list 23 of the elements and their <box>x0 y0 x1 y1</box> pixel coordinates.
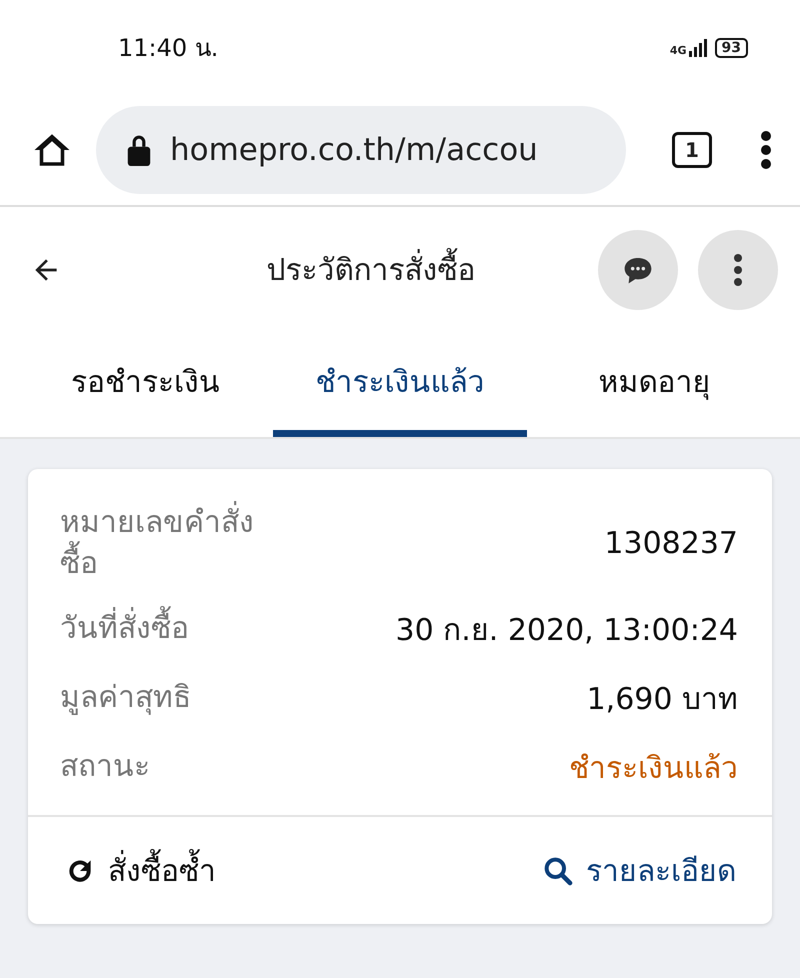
network-indicator: 4G <box>670 38 707 56</box>
tab[interactable]: ชำระเงินแล้ว <box>272 332 528 437</box>
field-value: 30 ก.ย. 2020, 13:00:24 <box>396 612 738 650</box>
menu-icon[interactable] <box>760 130 772 170</box>
field-value: 1308237 <box>604 526 738 561</box>
reorder-button[interactable]: สั่งซื้อซ้ำ <box>64 847 216 894</box>
tab[interactable]: รอชำระเงิน <box>18 332 273 437</box>
search-icon <box>542 854 574 886</box>
lock-icon <box>126 134 152 166</box>
battery-indicator: 93 <box>714 38 748 58</box>
field-label: หมายเลขคำสั่งซื้อ <box>60 503 290 584</box>
address-bar[interactable]: homepro.co.th/m/accou <box>96 106 626 194</box>
field-value: 1,690 บาท <box>586 681 738 719</box>
url-text: homepro.co.th/m/accou <box>170 132 538 168</box>
page-title: ประวัติการสั่งซื้อ <box>84 246 578 293</box>
tab[interactable]: หมดอายุ <box>527 332 782 437</box>
field-label: สถานะ <box>60 748 150 786</box>
field-label: มูลค่าสุทธิ <box>60 679 191 718</box>
details-button[interactable]: รายละเอียด <box>542 847 736 894</box>
status-value: ชำระเงินแล้ว <box>569 750 738 788</box>
tab-count-button[interactable]: 1 <box>672 132 712 168</box>
more-icon <box>733 252 743 286</box>
clock-time: 11:40 น. <box>118 33 218 64</box>
